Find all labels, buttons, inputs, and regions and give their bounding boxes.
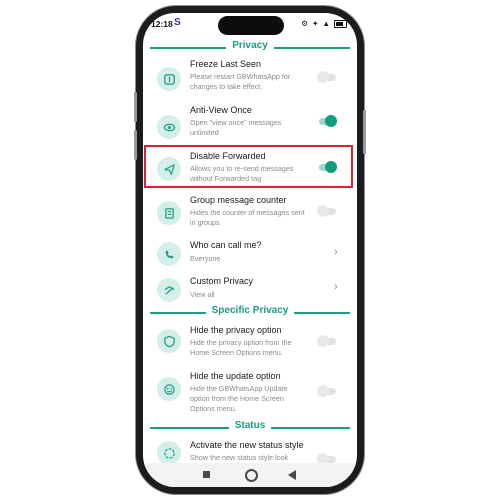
setting-description: View all bbox=[190, 290, 215, 299]
section-header-specific-privacy: Specific Privacy bbox=[150, 305, 350, 319]
section-title-status: Status bbox=[228, 420, 272, 431]
phone-screen: 12:18 S ⚙ ✦ ▲ Privacy Freeze Last Seen P… bbox=[143, 13, 357, 487]
hide-privacy-option-toggle[interactable] bbox=[317, 335, 337, 347]
status-icon bbox=[157, 441, 181, 465]
setting-row-group-message-counter[interactable]: Group message counter Hides the counter … bbox=[143, 193, 357, 237]
setting-title: Group message counter bbox=[190, 195, 287, 205]
setting-description: Hide the GBWhatsApp Update option from t… bbox=[190, 384, 288, 413]
setting-title: Custom Privacy bbox=[190, 276, 254, 286]
setting-row-hide-privacy-option[interactable]: Hide the privacy option Hide the privacy… bbox=[143, 323, 357, 367]
shield-icon bbox=[157, 329, 181, 353]
setting-description: Show the new status style look bbox=[190, 453, 289, 462]
setting-description: Hide the privacy option from the Home Sc… bbox=[190, 338, 292, 357]
setting-title: Anti-View Once bbox=[190, 105, 252, 115]
back-icon[interactable] bbox=[288, 470, 296, 480]
anti-view-once-toggle[interactable] bbox=[317, 115, 337, 127]
setting-description: Everyone bbox=[190, 254, 221, 263]
call-icon bbox=[157, 242, 181, 266]
section-header-privacy: Privacy bbox=[150, 40, 350, 54]
setting-description: Open "view once" messages unlimited bbox=[190, 118, 282, 137]
highlight-box bbox=[144, 145, 353, 188]
section-title-specific-privacy: Specific Privacy bbox=[205, 305, 295, 316]
eye-icon bbox=[157, 115, 181, 139]
freeze-icon bbox=[157, 67, 181, 91]
navigation-bar bbox=[143, 463, 357, 487]
setting-row-anti-view-once[interactable]: Anti-View Once Open "view once" messages… bbox=[143, 105, 357, 149]
setting-row-custom-privacy[interactable]: Custom Privacy View all › bbox=[143, 273, 357, 307]
recents-icon[interactable] bbox=[203, 471, 210, 478]
status-icons-glyphs: ⚙ ✦ ▲ bbox=[301, 19, 331, 28]
setting-title: Hide the update option bbox=[190, 371, 281, 381]
setting-title: Hide the privacy option bbox=[190, 325, 282, 335]
setting-description: Hides the counter of messages sent in gr… bbox=[190, 208, 305, 227]
battery-icon bbox=[334, 20, 347, 29]
group-message-counter-toggle[interactable] bbox=[317, 205, 337, 217]
freeze-last-seen-toggle[interactable] bbox=[317, 71, 337, 83]
carrier-icon: S bbox=[174, 17, 181, 28]
setting-row-hide-update-option[interactable]: Hide the update option Hide the GBWhatsA… bbox=[143, 369, 357, 421]
hide-update-option-toggle[interactable] bbox=[317, 385, 337, 397]
status-icons: ⚙ ✦ ▲ bbox=[301, 19, 347, 29]
dynamic-island bbox=[218, 16, 284, 35]
setting-row-freeze-last-seen[interactable]: Freeze Last Seen Please restart GBWhatsA… bbox=[143, 57, 357, 101]
setting-title: Freeze Last Seen bbox=[190, 59, 262, 69]
status-time: 12:18 bbox=[151, 19, 173, 29]
home-icon[interactable] bbox=[245, 469, 258, 482]
setting-description: Please restart GBWhatsApp for changes to… bbox=[190, 72, 291, 91]
chevron-right-icon: › bbox=[334, 246, 338, 258]
setting-row-who-can-call[interactable]: Who can call me? Everyone › bbox=[143, 237, 357, 271]
phone-volume-down bbox=[134, 130, 137, 160]
section-header-status: Status bbox=[150, 420, 350, 434]
setting-title: Activate the new status style bbox=[190, 440, 304, 450]
section-title-privacy: Privacy bbox=[226, 40, 274, 51]
phone-volume-up bbox=[134, 92, 137, 122]
update-icon bbox=[157, 377, 181, 401]
custom-privacy-icon bbox=[157, 278, 181, 302]
chevron-right-icon: › bbox=[334, 281, 338, 293]
status-bar: 12:18 S ⚙ ✦ ▲ bbox=[143, 13, 357, 37]
counter-icon bbox=[157, 201, 181, 225]
phone-power-button bbox=[363, 110, 366, 154]
setting-title: Who can call me? bbox=[190, 240, 262, 250]
